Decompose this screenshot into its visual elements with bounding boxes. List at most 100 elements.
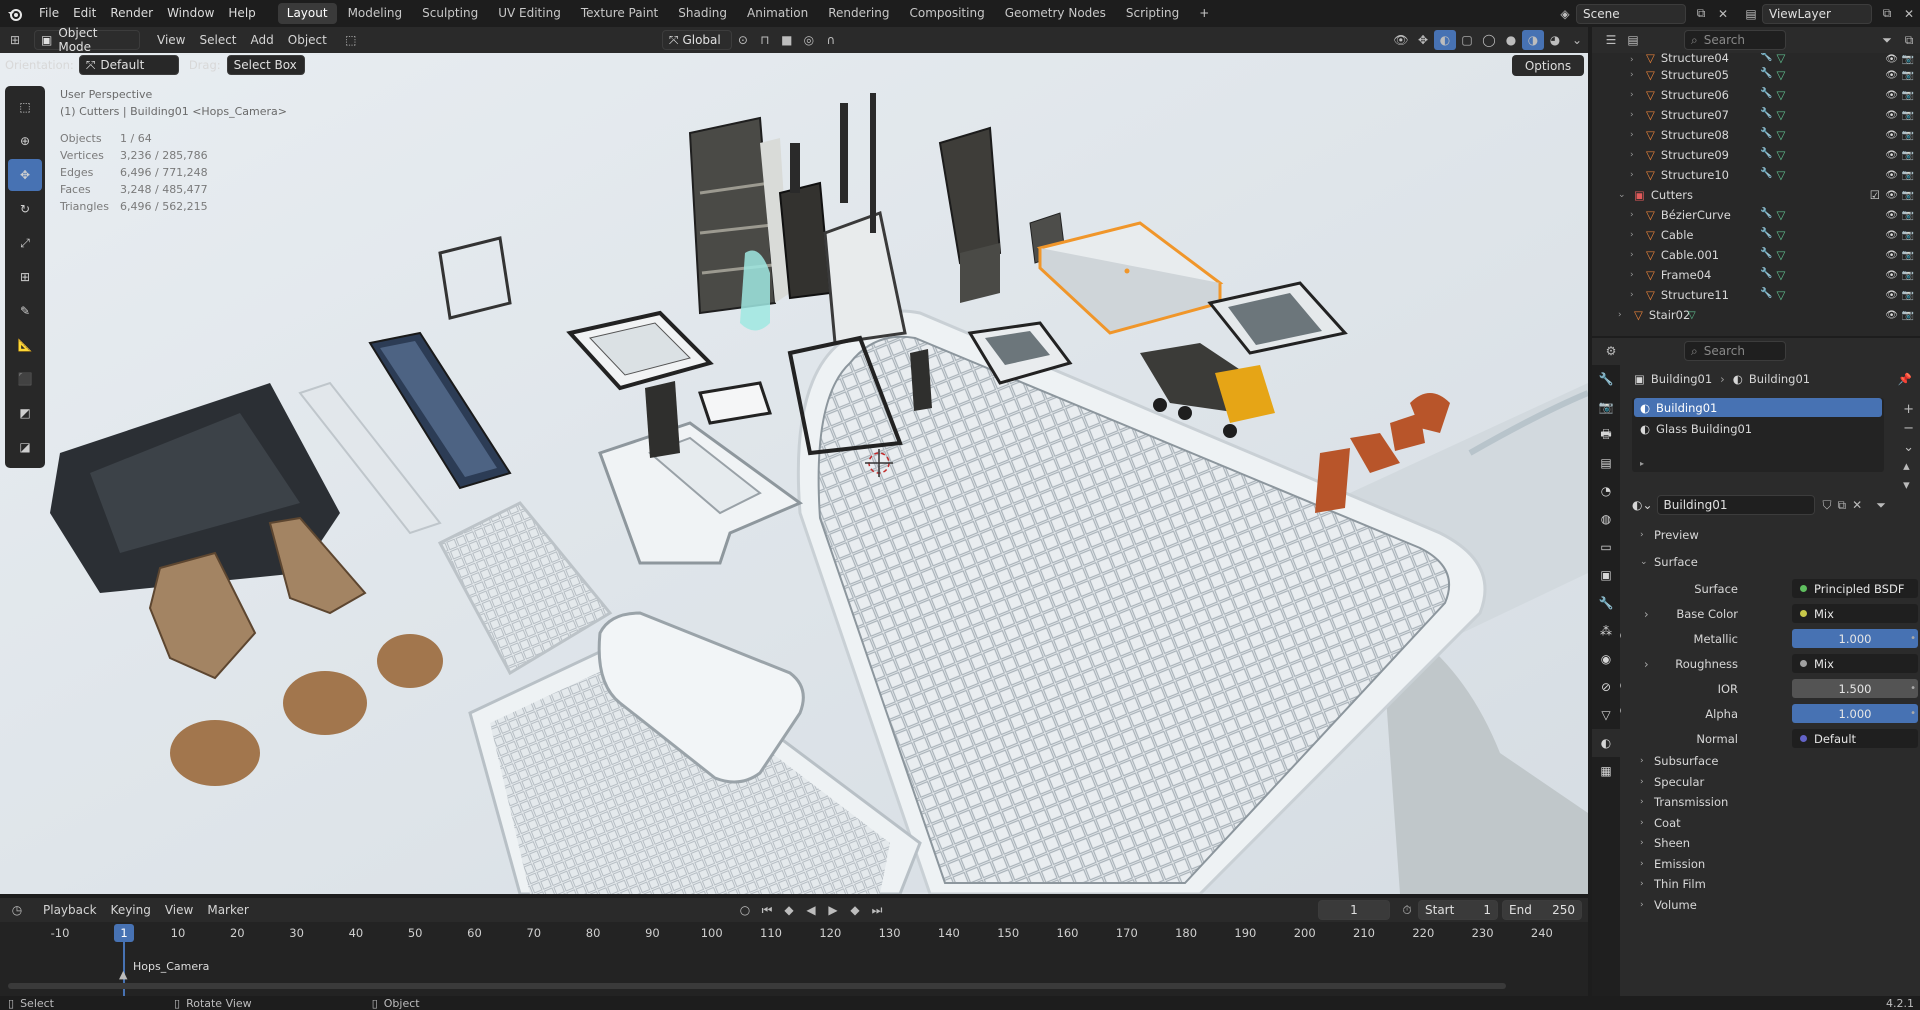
tab-layout[interactable]: Layout [277, 3, 337, 24]
eye-icon[interactable]: 👁 [1885, 150, 1898, 161]
camera-icon[interactable]: 📷 [1902, 270, 1914, 281]
drag-dropdown[interactable]: Select Box [226, 55, 305, 75]
solid-shading-icon[interactable]: ● [1500, 30, 1522, 50]
viewport-menu-add[interactable]: Add [244, 33, 281, 47]
auto-keying-icon[interactable]: ○ [734, 900, 756, 920]
outliner-row[interactable]: › ▽ Structure07 🔧 ▽ 👁 📷 [1592, 105, 1920, 125]
gizmo-icon[interactable]: ✥ [1412, 30, 1434, 50]
subsection-emission[interactable]: › Emission [1628, 854, 1920, 875]
timeline-menu-marker[interactable]: Marker [200, 903, 255, 917]
play-icon[interactable]: ▶ [822, 900, 844, 920]
eye-icon[interactable]: 👁 [1885, 270, 1898, 281]
eye-icon[interactable]: 👁 [1885, 130, 1898, 141]
snap-target-icon[interactable]: ■ [776, 30, 798, 50]
preview-section[interactable]: › Preview [1628, 522, 1920, 547]
camera-icon[interactable]: 📷 [1902, 290, 1914, 301]
socket-dot-icon[interactable] [1800, 610, 1807, 617]
hardops-tool-icon[interactable]: ◩ [8, 397, 42, 429]
pivot-icon[interactable]: ⊙ [732, 30, 754, 50]
physics-tab-icon[interactable]: ◉ [1592, 645, 1620, 673]
timeline-scrollbar[interactable] [8, 983, 1506, 989]
measure-tool-icon[interactable]: 📐 [8, 329, 42, 361]
slot-menu-icon[interactable]: ⌄ [1903, 440, 1914, 455]
collapse-arrow-icon[interactable]: › [1630, 55, 1642, 65]
camera-icon[interactable]: 📷 [1902, 110, 1914, 121]
property-value[interactable]: Default [1792, 729, 1918, 748]
constraints-tab-icon[interactable]: ⊘ [1592, 673, 1620, 701]
camera-icon[interactable]: 📷 [1902, 54, 1914, 65]
property-value[interactable]: 1.500 [1792, 679, 1918, 698]
viewport-menu-object[interactable]: Object [281, 33, 334, 47]
menu-file[interactable]: File [32, 0, 66, 27]
timeline-menu-keying[interactable]: Keying [104, 903, 158, 917]
play-reverse-icon[interactable]: ◀ [800, 900, 822, 920]
outliner-row[interactable]: › ▽ Structure09 🔧 ▽ 👁 📷 [1592, 145, 1920, 165]
property-value[interactable]: 1.000 [1792, 629, 1918, 648]
expand-arrow-icon[interactable]: › [1644, 657, 1649, 671]
jump-start-icon[interactable]: ⏮ [756, 900, 778, 920]
subsection-volume[interactable]: › Volume [1628, 895, 1920, 916]
visibility-icon[interactable]: 👁 [1390, 30, 1412, 50]
properties-search[interactable]: ⌕ Search [1684, 341, 1786, 361]
eye-icon[interactable]: 👁 [1885, 110, 1898, 121]
collapse-arrow-icon[interactable]: › [1630, 150, 1642, 160]
eye-icon[interactable]: 👁 [1885, 230, 1898, 241]
camera-icon[interactable]: 📷 [1902, 130, 1914, 141]
object-tab-icon[interactable]: ▣ [1592, 561, 1620, 589]
filter-icon[interactable]: ⏷ [1876, 30, 1898, 50]
collapse-arrow-icon[interactable]: › [1630, 70, 1642, 80]
eye-icon[interactable]: 👁 [1885, 70, 1898, 81]
tab-shading[interactable]: Shading [669, 3, 736, 24]
orientation-dropdown[interactable]: ⤧ Default [78, 55, 179, 75]
delete-view-layer-icon[interactable]: ✕ [1898, 4, 1920, 24]
prev-keyframe-icon[interactable]: ◆ [778, 900, 800, 920]
eye-icon[interactable]: 👁 [1885, 290, 1898, 301]
display-mode-icon[interactable]: ▤ [1622, 30, 1644, 50]
collapse-arrow-icon[interactable]: › [1630, 170, 1642, 180]
view-layer-tab-icon[interactable]: ▤ [1592, 449, 1620, 477]
new-view-layer-icon[interactable]: ⧉ [1876, 4, 1898, 24]
output-tab-icon[interactable]: 🖶 [1592, 421, 1620, 449]
material-name-field[interactable]: Building01 [1656, 495, 1815, 515]
next-keyframe-icon[interactable]: ◆ [844, 900, 866, 920]
tab-sculpting[interactable]: Sculpting [413, 3, 487, 24]
tab-texture-paint[interactable]: Texture Paint [572, 3, 667, 24]
tab-uv-editing[interactable]: UV Editing [489, 3, 570, 24]
camera-icon[interactable]: 📷 [1902, 230, 1914, 241]
outliner-row[interactable]: › ▽ Cable 🔧 ▽ 👁 📷 [1592, 225, 1920, 245]
rotate-tool-icon[interactable]: ↻ [8, 193, 42, 225]
tab-modeling[interactable]: Modeling [339, 3, 412, 24]
collapse-arrow-icon[interactable]: › [1630, 250, 1642, 260]
eye-icon[interactable]: 👁 [1885, 210, 1898, 221]
outliner-row[interactable]: › ▽ Structure04 🔧 ▽ 👁 📷 [1592, 53, 1920, 65]
menu-render[interactable]: Render [103, 0, 160, 27]
node-filter-icon[interactable]: ⏷ [1876, 498, 1886, 513]
camera-icon[interactable]: 📷 [1902, 250, 1914, 261]
outliner-row[interactable]: › ▽ Structure06 🔧 ▽ 👁 📷 [1592, 85, 1920, 105]
properties-editor-icon[interactable]: ⚙ [1600, 341, 1622, 361]
proportional-edit-icon[interactable]: ◎ [798, 30, 820, 50]
outliner-row[interactable]: › ▽ Frame04 🔧 ▽ 👁 📷 [1592, 265, 1920, 285]
collapse-arrow-icon[interactable]: › [1630, 210, 1642, 220]
eye-icon[interactable]: 👁 [1885, 90, 1898, 101]
expand-arrow-icon[interactable]: › [1644, 607, 1649, 621]
outliner-row[interactable]: › ▽ Cable.001 🔧 ▽ 👁 📷 [1592, 245, 1920, 265]
viewport-menu-select[interactable]: Select [192, 33, 243, 47]
move-up-icon[interactable]: ▴ [1903, 459, 1914, 474]
scene-icon[interactable]: ◈ [1554, 4, 1576, 24]
start-frame-field[interactable]: Start 1 [1418, 900, 1498, 920]
menu-window[interactable]: Window [160, 0, 221, 27]
material-tab-icon[interactable]: ◐ [1592, 729, 1620, 757]
camera-icon[interactable]: 📷 [1902, 190, 1914, 201]
collapse-arrow-icon[interactable]: › [1630, 270, 1642, 280]
cursor-tool-icon[interactable]: ⊕ [8, 125, 42, 157]
jump-end-icon[interactable]: ⏭ [866, 900, 888, 920]
select-mode-icon[interactable]: ⬚ [340, 30, 362, 50]
wireframe-shading-icon[interactable]: ◯ [1478, 30, 1500, 50]
collection-tab-icon[interactable]: ▭ [1592, 533, 1620, 561]
subsection-subsurface[interactable]: › Subsurface [1628, 751, 1920, 772]
expand-arrow-icon[interactable]: ⌄ [1618, 190, 1630, 200]
rendered-shading-icon[interactable]: ◕ [1544, 30, 1566, 50]
subsection-specular[interactable]: › Specular [1628, 772, 1920, 793]
collapse-arrow-icon[interactable]: › [1630, 90, 1642, 100]
